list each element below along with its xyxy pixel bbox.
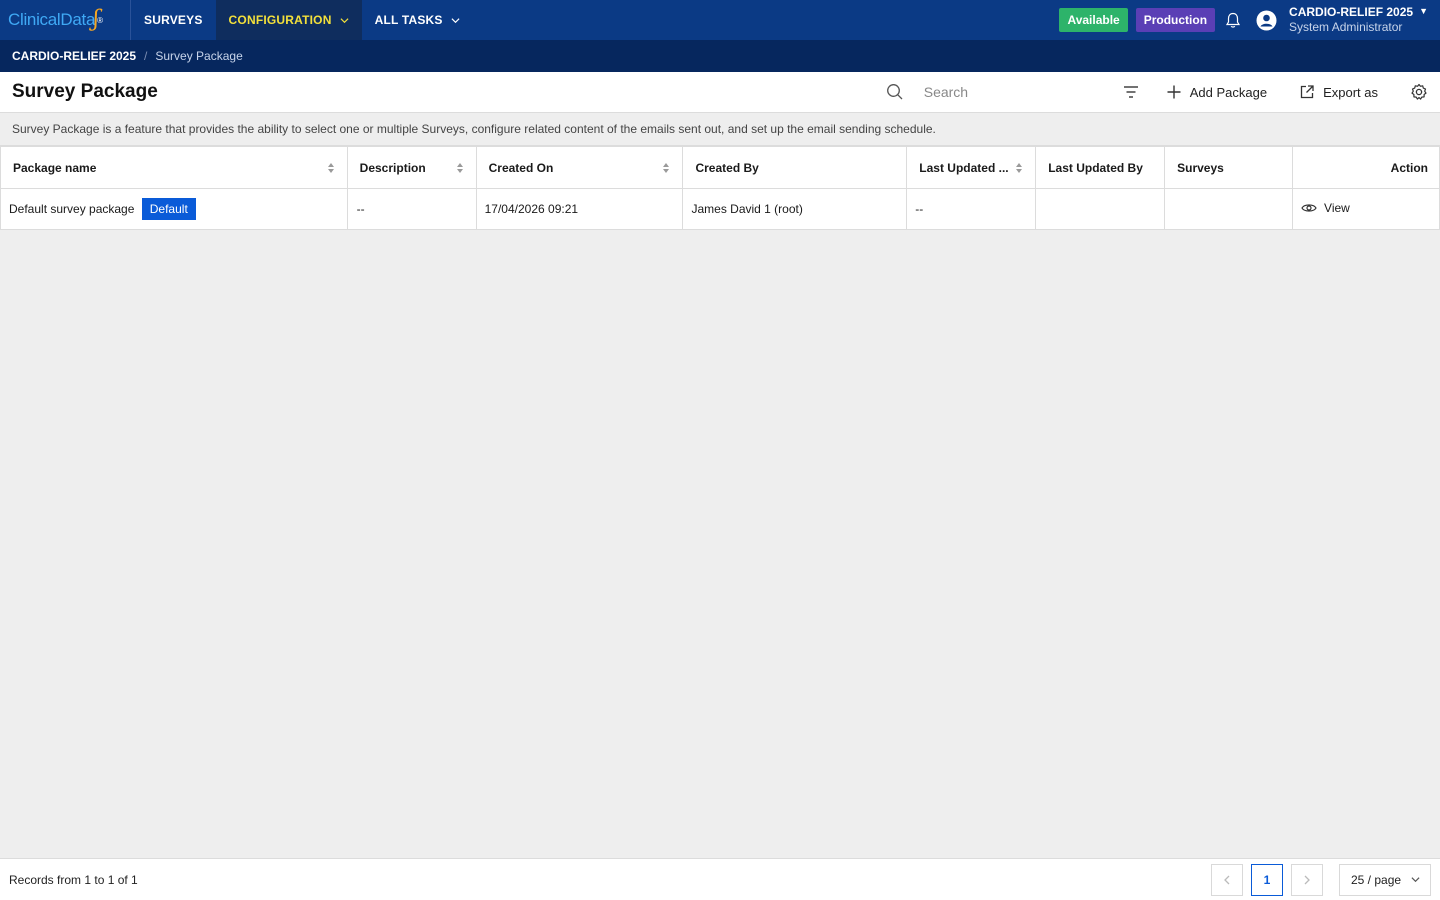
user-study-name: CARDIO-RELIEF 2025: [1289, 5, 1414, 19]
cell-description: --: [346, 188, 477, 230]
nav-surveys-label: SURVEYS: [144, 13, 203, 27]
nav-configuration-label: CONFIGURATION: [228, 13, 332, 27]
table-header-row: Package name Description Created On Crea…: [0, 146, 1440, 189]
column-header-description[interactable]: Description: [346, 146, 477, 189]
column-label: Last Updated By: [1048, 160, 1143, 175]
sort-icon[interactable]: [1015, 162, 1023, 174]
add-package-button[interactable]: Add Package: [1166, 84, 1267, 100]
gear-icon[interactable]: [1410, 83, 1428, 101]
survey-package-table: Package name Description Created On Crea…: [0, 146, 1440, 230]
breadcrumb: CARDIO-RELIEF 2025 / Survey Package: [0, 40, 1440, 72]
eye-icon: [1301, 204, 1317, 212]
column-header-package-name[interactable]: Package name: [0, 146, 348, 189]
pagination-footer: Records from 1 to 1 of 1 1 25 / page: [0, 858, 1440, 900]
column-header-created-on[interactable]: Created On: [475, 146, 684, 189]
user-role: System Administrator: [1289, 20, 1403, 34]
registered-mark-icon: ®: [97, 15, 103, 25]
records-count: Records from 1 to 1 of 1: [9, 872, 138, 887]
column-header-last-updated[interactable]: Last Updated ...: [906, 146, 1037, 189]
search-icon[interactable]: [886, 83, 904, 101]
breadcrumb-current: Survey Package: [155, 49, 243, 63]
package-name-text: Default survey package: [9, 202, 135, 216]
notification-bell-icon[interactable]: [1223, 10, 1243, 30]
cell-package-name: Default survey package Default: [0, 188, 348, 230]
column-label: Package name: [13, 160, 97, 175]
plus-icon: [1167, 85, 1181, 99]
breadcrumb-study[interactable]: CARDIO-RELIEF 2025: [12, 49, 136, 63]
chevron-down-icon: [1411, 877, 1420, 883]
column-header-surveys: Surveys: [1164, 146, 1294, 189]
cell-surveys: [1164, 188, 1294, 230]
page-size-select[interactable]: 25 / page: [1339, 863, 1431, 896]
top-navigation: ClinicalData ʃ ® SURVEYS CONFIGURATION ALL…: [0, 0, 1440, 40]
sort-icon[interactable]: [327, 162, 335, 174]
column-label: Last Updated ...: [919, 160, 1009, 175]
export-icon: [1300, 85, 1314, 99]
chevron-down-icon: [340, 17, 349, 23]
view-button[interactable]: View: [1301, 201, 1350, 215]
caret-down-icon[interactable]: ▼: [1419, 6, 1428, 16]
chevron-right-icon: [1304, 875, 1310, 884]
column-header-action: Action: [1292, 146, 1440, 189]
cell-last-updated-by: [1035, 188, 1166, 230]
chevron-left-icon: [1224, 875, 1230, 884]
breadcrumb-separator: /: [144, 49, 148, 63]
cell-action: View: [1292, 188, 1440, 230]
export-button[interactable]: Export as: [1299, 84, 1378, 100]
column-header-created-by: Created By: [682, 146, 908, 189]
add-package-label: Add Package: [1189, 84, 1268, 100]
cell-created-on: 17/04/2026 09:21: [475, 188, 684, 230]
user-menu[interactable]: CARDIO-RELIEF 2025 System Administrator: [1289, 5, 1413, 35]
column-label: Action: [1390, 160, 1428, 175]
chevron-down-icon: [451, 17, 460, 23]
sort-icon[interactable]: [456, 162, 464, 174]
column-label: Created By: [695, 160, 759, 175]
page-number-button[interactable]: 1: [1251, 863, 1283, 896]
availability-badge: Available: [1059, 8, 1128, 32]
view-label: View: [1324, 201, 1350, 215]
page-description: Survey Package is a feature that provide…: [0, 113, 1440, 146]
page-title: Survey Package: [12, 81, 158, 102]
search-input[interactable]: [923, 84, 1104, 100]
logo-text: ClinicalData: [8, 10, 96, 29]
cell-created-by: James David 1 (root): [682, 188, 908, 230]
nav-all-tasks[interactable]: ALL TASKS: [362, 0, 473, 40]
cell-last-updated: --: [906, 188, 1037, 230]
table-row: Default survey package Default -- 17/04/…: [0, 188, 1440, 230]
next-page-button[interactable]: [1291, 863, 1323, 896]
previous-page-button[interactable]: [1211, 863, 1243, 896]
clinicaldata-logo[interactable]: ClinicalData ʃ ®: [0, 0, 131, 40]
user-avatar-icon[interactable]: [1255, 9, 1277, 31]
page-size-value: 25 / page: [1351, 872, 1402, 887]
nav-all-tasks-label: ALL TASKS: [374, 13, 443, 27]
nav-configuration[interactable]: CONFIGURATION: [215, 0, 362, 40]
default-badge: Default: [141, 198, 196, 220]
nav-surveys[interactable]: SURVEYS: [131, 0, 216, 40]
environment-badge: Production: [1135, 8, 1216, 32]
export-label: Export as: [1323, 84, 1378, 100]
sort-icon[interactable]: [662, 162, 670, 174]
page-header: Survey Package Add Package Export as: [0, 72, 1440, 113]
column-label: Created On: [488, 160, 554, 175]
search-bar: [886, 83, 1104, 101]
column-label: Surveys: [1177, 160, 1224, 175]
column-header-last-updated-by: Last Updated By: [1035, 146, 1166, 189]
filter-icon[interactable]: [1122, 83, 1140, 101]
column-label: Description: [359, 160, 426, 175]
